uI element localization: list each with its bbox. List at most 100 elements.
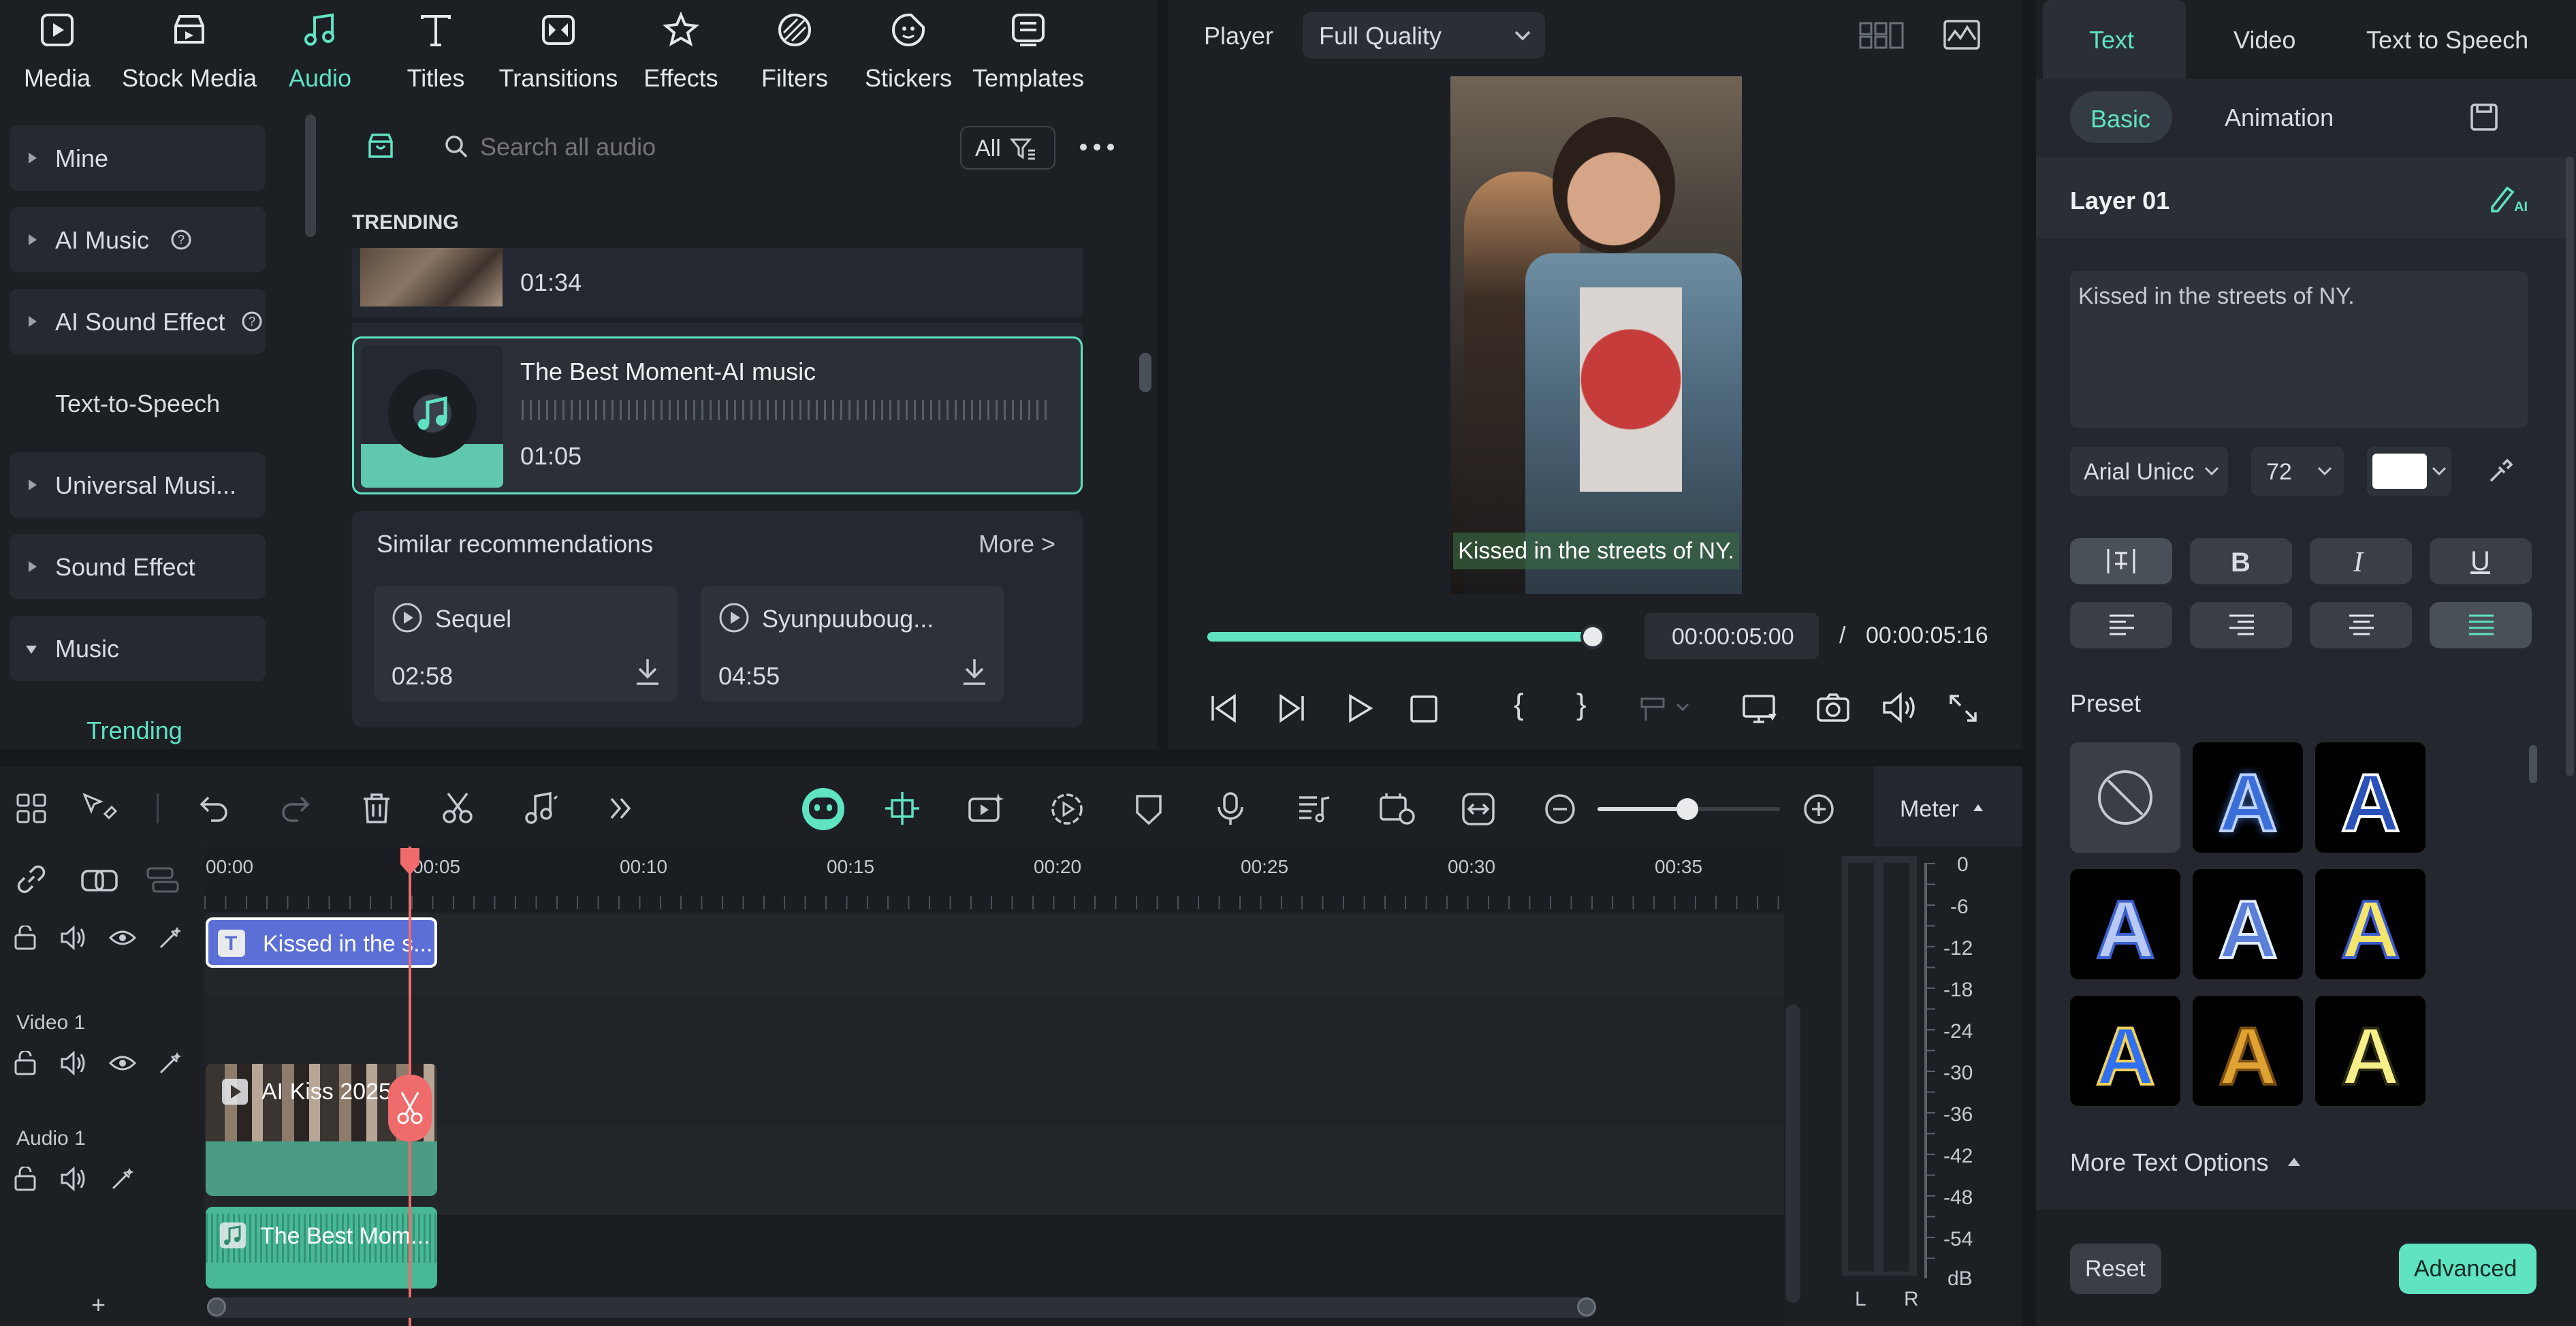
more-link[interactable]: More >: [979, 530, 1055, 558]
video-preview[interactable]: Kissed in the streets of NY.: [1450, 76, 1742, 594]
zoom-out-icon[interactable]: [1544, 793, 1576, 825]
audio-list-scrollbar[interactable]: [1139, 353, 1151, 392]
font-family-dropdown[interactable]: Arial Unicc: [2070, 447, 2228, 496]
split-marker[interactable]: [388, 1075, 432, 1141]
more-tools-icon[interactable]: [607, 795, 635, 822]
play-icon[interactable]: [718, 602, 750, 633]
align-right-button[interactable]: [2190, 602, 2292, 648]
select-tool-icon[interactable]: [80, 791, 118, 825]
current-time-field[interactable]: 00:00:05:00: [1644, 613, 1819, 659]
volume-icon[interactable]: [60, 1051, 87, 1075]
quality-dropdown[interactable]: Full Quality: [1303, 12, 1545, 59]
magic-wand-icon[interactable]: [109, 1165, 136, 1193]
zoom-in-icon[interactable]: [1803, 793, 1834, 825]
eye-icon[interactable]: [109, 928, 136, 947]
scope-icon[interactable]: [1943, 19, 1981, 50]
preset-style[interactable]: A: [2193, 742, 2303, 853]
lock-icon[interactable]: [14, 1167, 37, 1191]
tab-templates[interactable]: Templates: [960, 7, 1096, 95]
bold-button[interactable]: B: [2190, 538, 2292, 584]
preset-style[interactable]: A: [2070, 996, 2180, 1106]
preset-style[interactable]: A: [2315, 996, 2426, 1106]
filter-dropdown[interactable]: All: [960, 126, 1055, 170]
mark-out-button[interactable]: }: [1576, 688, 1587, 722]
volume-icon[interactable]: [60, 926, 87, 950]
preset-scrollbar[interactable]: [2529, 745, 2537, 783]
category-text-to-speech[interactable]: Text-to-Speech: [55, 390, 220, 418]
tab-stock-media[interactable]: Stock Media: [121, 7, 257, 95]
text-spacing-button[interactable]: [2070, 538, 2172, 584]
zoom-slider-handle[interactable]: [1676, 798, 1698, 820]
tab-text-to-speech[interactable]: Text to Speech: [2366, 26, 2528, 54]
undo-icon[interactable]: [197, 793, 230, 823]
group-icon[interactable]: [80, 867, 118, 894]
underline-button[interactable]: U: [2430, 538, 2532, 584]
camera-icon[interactable]: [1816, 692, 1850, 723]
align-left-button[interactable]: [2070, 602, 2172, 648]
preview-render-icon[interactable]: [1378, 792, 1416, 826]
audio-edit-icon[interactable]: [523, 791, 560, 825]
fullscreen-icon[interactable]: [1948, 693, 1978, 723]
font-size-dropdown[interactable]: 72: [2251, 447, 2344, 496]
lock-icon[interactable]: [14, 1051, 37, 1075]
advanced-button[interactable]: Advanced: [2399, 1244, 2537, 1294]
ai-assistant-button[interactable]: [802, 788, 844, 830]
tab-media[interactable]: Media: [0, 7, 125, 95]
scrollbar-left-handle[interactable]: [207, 1297, 226, 1316]
delete-icon[interactable]: [361, 792, 392, 825]
volume-icon[interactable]: [1881, 692, 1918, 723]
store-icon[interactable]: [366, 131, 396, 161]
preset-style[interactable]: A: [2315, 742, 2426, 853]
timeline-vertical-scrollbar[interactable]: [1785, 1005, 1800, 1303]
play-icon[interactable]: [392, 602, 423, 633]
eye-icon[interactable]: [109, 1054, 136, 1073]
audio-clip[interactable]: The Best Mom...: [206, 1207, 437, 1289]
snap-icon[interactable]: [884, 791, 921, 826]
tab-stickers[interactable]: Stickers: [840, 7, 976, 95]
audio-mixer-icon[interactable]: [1297, 792, 1331, 825]
fit-timeline-icon[interactable]: [1461, 792, 1495, 826]
speed-icon[interactable]: [1050, 792, 1084, 826]
help-icon[interactable]: ?: [241, 311, 263, 332]
display-icon[interactable]: [1741, 693, 1779, 725]
volume-icon[interactable]: [60, 1167, 87, 1191]
preset-style[interactable]: A: [2193, 996, 2303, 1106]
save-preset-icon[interactable]: [2469, 102, 2499, 132]
previous-frame-icon[interactable]: [1209, 692, 1240, 725]
help-icon[interactable]: ?: [170, 229, 192, 251]
category-music[interactable]: Music: [10, 616, 266, 681]
scrollbar-right-handle[interactable]: [1577, 1297, 1596, 1316]
eyedropper-icon[interactable]: [2487, 458, 2514, 485]
stop-icon[interactable]: [1410, 695, 1438, 723]
text-content-area[interactable]: Kissed in the streets of NY.: [2070, 271, 2528, 428]
redo-icon[interactable]: [279, 793, 312, 823]
tab-titles[interactable]: Titles: [368, 7, 504, 95]
preset-none[interactable]: [2070, 742, 2180, 853]
tab-text[interactable]: Text: [2043, 0, 2186, 79]
sidebar-scrollbar[interactable]: [305, 114, 316, 237]
properties-scrollbar[interactable]: [2566, 157, 2574, 776]
category-ai-sound-effect[interactable]: AI Sound Effect ?: [10, 289, 266, 354]
magic-wand-icon[interactable]: [157, 924, 184, 951]
audio-search-input[interactable]: [480, 128, 861, 166]
magic-wand-icon[interactable]: [157, 1049, 184, 1077]
link-icon[interactable]: [15, 863, 48, 896]
preset-style[interactable]: A: [2315, 869, 2426, 979]
text-color-picker[interactable]: [2367, 447, 2451, 496]
category-sound-effect[interactable]: Sound Effect: [10, 534, 266, 599]
grid-view-icon[interactable]: [1859, 20, 1904, 50]
zoom-slider[interactable]: [1597, 798, 1780, 820]
subtab-basic[interactable]: Basic: [2070, 91, 2172, 143]
tab-video[interactable]: Video: [2233, 26, 2295, 54]
download-icon[interactable]: [633, 657, 663, 688]
recommendation-item[interactable]: Syunpuuboug... 04:55: [701, 586, 1004, 701]
subtab-animation[interactable]: Animation: [2225, 104, 2334, 132]
time-ruler[interactable]: 00:00 00:05 00:10 00:15 00:20 00:25 00:3…: [204, 847, 1784, 911]
layout-icon[interactable]: [15, 792, 48, 825]
play-icon[interactable]: [1346, 693, 1373, 723]
align-center-button[interactable]: [2310, 602, 2412, 648]
microphone-icon[interactable]: [1216, 791, 1245, 826]
mask-icon[interactable]: [1134, 792, 1163, 826]
reset-button[interactable]: Reset: [2070, 1244, 2161, 1294]
preset-style[interactable]: A: [2070, 869, 2180, 979]
